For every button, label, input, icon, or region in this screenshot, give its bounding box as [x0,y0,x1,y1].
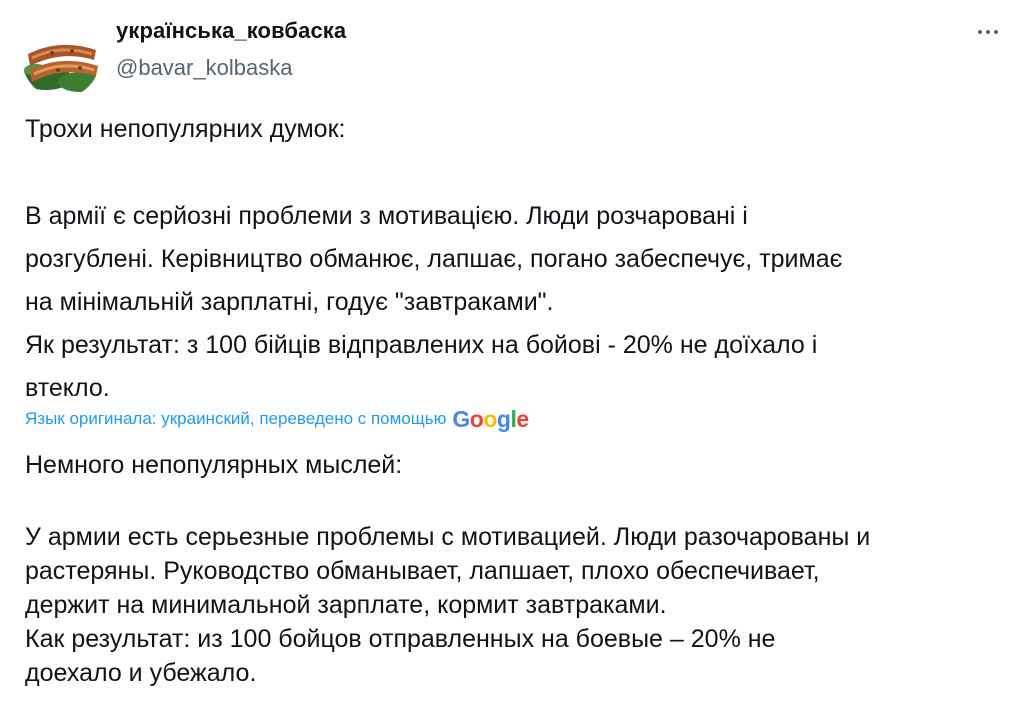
translated-line: держит на минимальной зарплате, кормит з… [25,591,667,619]
tweet-line: втекло. [25,374,110,402]
more-dots-icon [978,30,982,34]
avatar[interactable] [22,20,100,98]
author-handle[interactable]: @bavar_kolbaska [116,55,292,81]
author-display-name[interactable]: українська_ковбаска [116,18,346,44]
tweet-line: Як результат: з 100 бійців відправлених … [25,331,818,359]
translated-line: У армии есть серьезные проблемы с мотива… [25,523,871,551]
tweet-line: на мінімальній зарплатні, годує "завтрак… [25,288,554,316]
tweet-text-first-line: Трохи непопулярних думок: [25,115,346,143]
more-options-button[interactable] [968,18,1008,46]
translated-line: растеряны. Руководство обманывает, лапша… [25,557,820,585]
translated-line: доехало и убежало. [25,659,257,687]
translated-text-body: У армии есть серьезные проблемы с мотива… [25,520,1010,690]
google-logo: Google [452,406,529,432]
tweet-line: розгублені. Керівництво обманює, лапшає,… [25,245,843,273]
translation-source-label[interactable]: Язык оригинала: украинский, переведено с… [25,409,446,429]
translation-attribution: Язык оригинала: украинский, переведено с… [25,404,529,434]
translated-text-first-line: Немного непопулярных мыслей: [25,451,403,479]
translated-line: Как результат: из 100 бойцов отправленны… [25,625,776,653]
tweet-text-body: В армії є серйозні проблеми з мотивацією… [25,195,1005,410]
tweet-line: В армії є серйозні проблеми з мотивацією… [25,202,748,230]
sausages-avatar-icon [22,20,100,98]
